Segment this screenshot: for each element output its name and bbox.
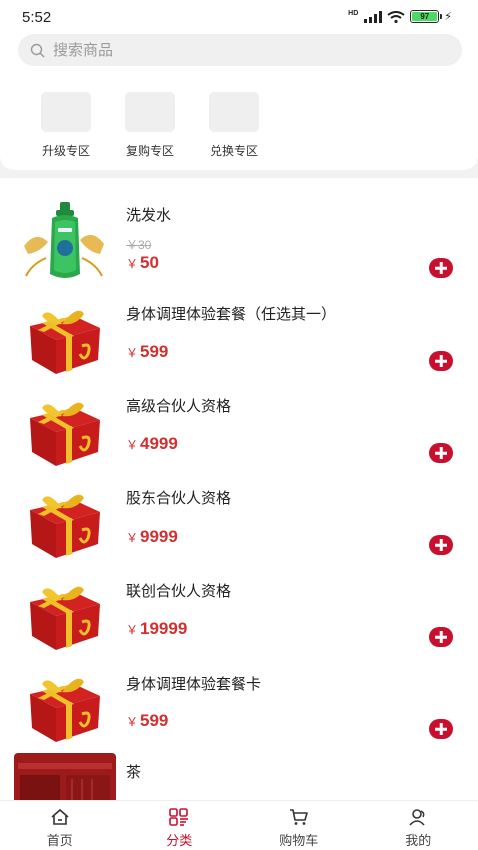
tab-cart[interactable]: 购物车 xyxy=(239,801,359,850)
tab-category-label: 分类 xyxy=(166,833,193,848)
gift-box-image xyxy=(30,494,100,558)
tab-profile-label: 我的 xyxy=(405,833,432,848)
product-name: 茶 xyxy=(126,764,142,781)
product-name: 联创合伙人资格 xyxy=(126,583,232,600)
price-currency: ￥ xyxy=(126,438,139,452)
zone-repurchase-label: 复购专区 xyxy=(125,144,174,158)
tab-cart-label: 购物车 xyxy=(279,833,319,848)
top-panel: 升级专区 复购专区 兑换专区 xyxy=(0,34,478,170)
tab-category[interactable]: 分类 xyxy=(120,801,240,850)
zone-upgrade-image xyxy=(41,92,91,132)
tea-image xyxy=(14,753,116,800)
price-value: 599 xyxy=(140,711,169,730)
zone-repurchase[interactable]: 复购专区 xyxy=(115,92,185,159)
zone-exchange-label: 兑换专区 xyxy=(209,144,258,158)
product-list: 洗发水 ￥30 ￥ 50 身体调理体验套餐（任选其一） ￥ 599 高级合伙人资… xyxy=(0,178,478,800)
price-currency: ￥ xyxy=(126,531,139,545)
product-name: 洗发水 xyxy=(126,207,172,224)
battery-level: 97 xyxy=(412,12,438,21)
product-item[interactable]: 身体调理体验套餐卡 ￥ 599 xyxy=(0,656,478,748)
product-price: ￥ 4999 xyxy=(126,434,178,454)
price-currency: ￥ xyxy=(126,715,139,729)
add-to-cart-button[interactable] xyxy=(429,719,453,739)
search-icon xyxy=(30,43,45,57)
price-currency: ￥ xyxy=(126,346,139,360)
product-item[interactable]: 股东合伙人资格 ￥ 9999 xyxy=(0,472,478,564)
category-icon xyxy=(169,808,189,826)
gift-box-image xyxy=(30,678,100,742)
home-icon xyxy=(51,808,69,825)
zone-upgrade[interactable]: 升级专区 xyxy=(31,92,101,159)
gift-box-image xyxy=(30,310,100,374)
product-name: 高级合伙人资格 xyxy=(126,398,232,415)
signal-icon xyxy=(364,10,383,23)
zone-exchange[interactable]: 兑换专区 xyxy=(199,92,269,159)
product-name: 股东合伙人资格 xyxy=(126,490,232,507)
user-icon xyxy=(409,809,425,826)
wifi-icon xyxy=(387,10,405,23)
product-price: ￥ 599 xyxy=(126,342,168,362)
zone-upgrade-label: 升级专区 xyxy=(41,144,90,158)
tab-bar: 首页 分类 购物车 我的 xyxy=(0,800,478,850)
product-original-price: ￥30 xyxy=(126,238,152,252)
add-to-cart-button[interactable] xyxy=(429,627,453,647)
product-price: ￥ 9999 xyxy=(126,527,178,547)
product-item[interactable]: 洗发水 ￥30 ￥ 50 xyxy=(0,196,478,288)
status-icons: HD 97 ⚡ xyxy=(348,10,452,23)
price-currency: ￥ xyxy=(126,257,139,271)
zone-repurchase-image xyxy=(125,92,175,132)
price-value: 9999 xyxy=(140,527,178,546)
shampoo-image xyxy=(24,202,104,278)
add-to-cart-button[interactable] xyxy=(429,258,453,278)
battery-icon: 97 xyxy=(410,10,443,23)
product-item[interactable]: 高级合伙人资格 ￥ 4999 xyxy=(0,380,478,472)
gift-box-image xyxy=(30,586,100,650)
price-value: 4999 xyxy=(140,434,178,453)
price-value: 50 xyxy=(140,253,159,272)
status-time: 5:52 xyxy=(22,9,52,26)
product-name: 身体调理体验套餐卡 xyxy=(126,676,262,693)
product-item[interactable]: 身体调理体验套餐（任选其一） ￥ 599 xyxy=(0,288,478,380)
add-to-cart-button[interactable] xyxy=(429,351,453,371)
add-to-cart-button[interactable] xyxy=(429,535,453,555)
tab-home[interactable]: 首页 xyxy=(0,801,120,850)
status-bar: 5:52 HD 97 ⚡ xyxy=(0,0,478,34)
add-to-cart-button[interactable] xyxy=(429,443,453,463)
tab-profile[interactable]: 我的 xyxy=(359,801,478,850)
product-price: ￥ 50 xyxy=(126,253,159,273)
product-item[interactable]: 茶 xyxy=(0,748,478,800)
price-currency: ￥ xyxy=(126,623,139,637)
search-bar[interactable] xyxy=(18,34,462,66)
gift-box-image xyxy=(30,402,100,466)
tab-home-label: 首页 xyxy=(46,833,73,848)
product-item[interactable]: 联创合伙人资格 ￥ 19999 xyxy=(0,564,478,656)
search-input[interactable] xyxy=(53,41,433,59)
product-price: ￥ 599 xyxy=(126,711,168,731)
product-price: ￥ 19999 xyxy=(126,619,187,639)
product-name: 身体调理体验套餐（任选其一） xyxy=(126,306,337,323)
cart-icon xyxy=(289,809,308,825)
charging-icon: ⚡ xyxy=(444,11,452,23)
zone-exchange-image xyxy=(209,92,259,132)
price-value: 599 xyxy=(140,342,169,361)
network-type: HD xyxy=(348,10,359,17)
price-value: 19999 xyxy=(140,619,188,638)
